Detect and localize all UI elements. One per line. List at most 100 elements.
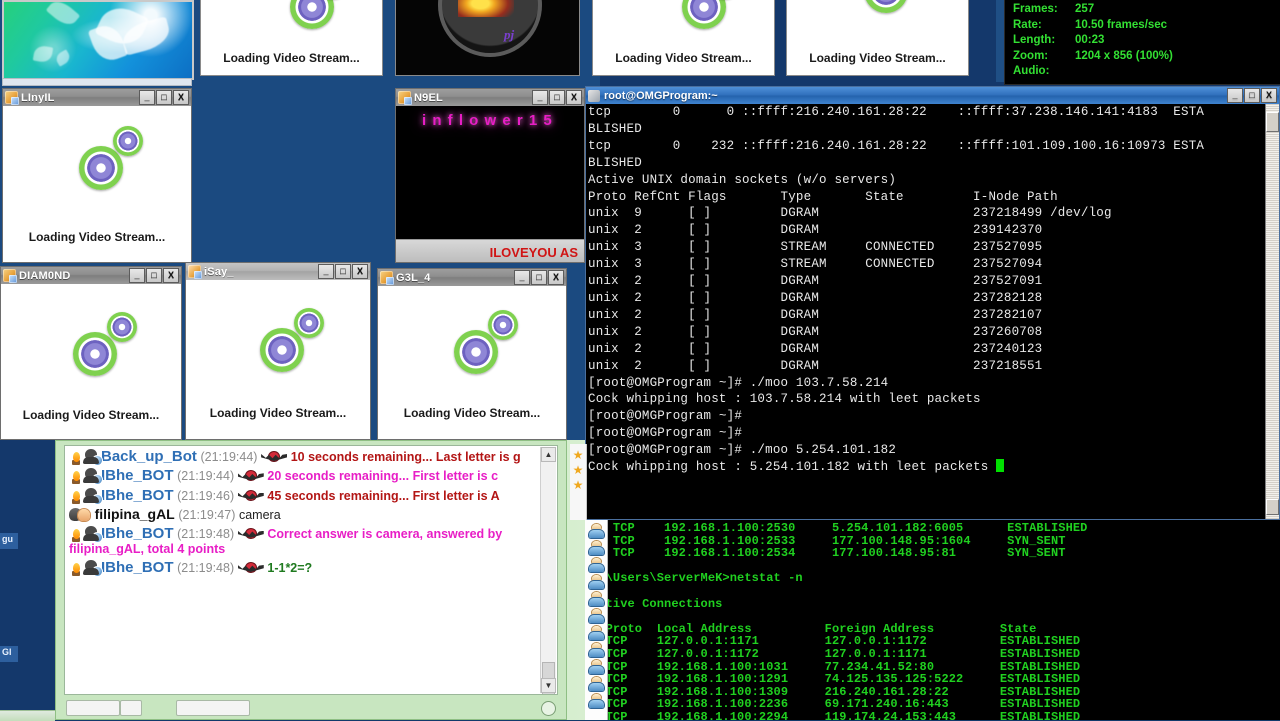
chat-nickname[interactable]: filipina_gAL [95, 506, 175, 522]
buddy-list-rail[interactable] [585, 520, 608, 720]
close-icon[interactable]: X [1261, 88, 1277, 103]
chat-timestamp: (21:19:48) [177, 526, 235, 541]
maximize-icon[interactable]: □ [156, 90, 172, 105]
cam-window-linyil-titlebar[interactable]: LInyIL _ □ X [3, 89, 191, 107]
chat-nickname[interactable]: IBhe_BOT [101, 559, 174, 576]
close-icon[interactable]: X [173, 90, 189, 105]
cam-window-diam0nd-titlebar[interactable]: DIAM0ND _ □ X [1, 267, 181, 285]
window-controls[interactable]: _ □ X [532, 90, 582, 105]
close-icon[interactable]: X [352, 264, 368, 279]
chat-nickname[interactable]: IBhe_BOT [101, 487, 174, 504]
putty-window-controls[interactable]: _ □ X [1227, 88, 1277, 103]
chat-window[interactable]: Back_up_Bot (21:19:44) 10 seconds remain… [55, 440, 567, 720]
maximize-icon[interactable]: □ [1244, 88, 1260, 103]
scroll-up-icon[interactable]: ▲ [541, 447, 556, 462]
favorites-rail[interactable]: ★ ★ ★ [570, 444, 587, 520]
chat-toolbar-button-2[interactable] [120, 700, 142, 716]
buddy-icon[interactable] [588, 524, 604, 539]
video-window-1-caption: Loading Video Stream... [223, 51, 360, 65]
minimize-icon[interactable]: _ [514, 270, 530, 285]
side-tab-gu[interactable]: gu [0, 533, 18, 549]
stat-key-zoom: Zoom: [1013, 49, 1049, 62]
buddy-icon[interactable] [588, 677, 604, 692]
putty-line: unix 3 [ ] STREAM CONNECTED 237527094 [588, 257, 1043, 272]
buddy-icon[interactable] [588, 609, 604, 624]
putty-line: unix 2 [ ] DGRAM 237218551 [588, 358, 1043, 373]
cam-window-n9el-titlebar[interactable]: N9EL _ □ X [396, 89, 584, 107]
minimize-icon[interactable]: _ [532, 90, 548, 105]
buddy-icon[interactable] [588, 592, 604, 607]
star-icon[interactable]: ★ [573, 449, 584, 461]
buddy-icon[interactable] [588, 541, 604, 556]
putty-terminal-output[interactable]: tcp 0 0 ::ffff:216.240.161.28:22 ::ffff:… [586, 104, 1266, 519]
putty-terminal-window[interactable]: root@OMGProgram:~ _ □ X tcp 0 0 ::ffff:2… [585, 86, 1280, 520]
chat-scrollbar[interactable]: ▲ ▼ [540, 447, 556, 694]
putty-titlebar[interactable]: root@OMGProgram:~ _ □ X [586, 87, 1279, 104]
couple-avatar-icon [69, 507, 91, 523]
globe-badge-icon [92, 455, 103, 466]
cam-window-linyil-title: LInyIL [21, 91, 55, 104]
person-icon [380, 271, 394, 285]
chat-nickname[interactable]: IBhe_BOT [101, 467, 174, 484]
maximize-icon[interactable]: □ [549, 90, 565, 105]
video-window-1[interactable]: Loading Video Stream... [200, 0, 383, 76]
chat-message-pane[interactable]: Back_up_Bot (21:19:44) 10 seconds remain… [64, 445, 558, 695]
cmd-line: TCP 127.0.0.1:1172 127.0.0.1:1171 ESTABL… [591, 646, 1081, 661]
video-window-3[interactable]: Loading Video Stream... [592, 0, 775, 76]
taskbar[interactable] [0, 710, 55, 721]
buddy-icon[interactable] [588, 694, 604, 709]
cam-window-n9el[interactable]: N9EL _ □ X i n f l o w e r 1 5 ILOVEYOU … [395, 88, 585, 263]
window-controls[interactable]: _ □ X [318, 264, 368, 279]
chat-emoji-icon[interactable] [541, 701, 556, 716]
side-tab-gl[interactable]: Gl [0, 646, 18, 662]
maximize-icon[interactable]: □ [146, 268, 162, 283]
star-icon[interactable]: ★ [573, 479, 584, 491]
putty-line: [root@OMGProgram ~]# [588, 426, 743, 441]
cmd-window[interactable]: TCP 192.168.1.100:2530 5.254.101.182:600… [585, 520, 1280, 720]
video-window-4[interactable]: Loading Video Stream... [786, 0, 969, 76]
chat-timestamp: (21:19:44) [200, 450, 258, 464]
cam-window-diam0nd[interactable]: DIAM0ND _ □ X Loading Video Stream... [0, 266, 182, 440]
window-controls[interactable]: _ □ X [514, 270, 564, 285]
buddy-icon[interactable] [588, 575, 604, 590]
maximize-icon[interactable]: □ [531, 270, 547, 285]
putty-line: unix 2 [ ] DGRAM 237527091 [588, 274, 1043, 289]
chat-nickname[interactable]: Back_up_Bot [101, 448, 197, 465]
cam-window-linyil[interactable]: LInyIL _ □ X Loading Video Stream... [2, 88, 192, 263]
cmd-netstat-output[interactable]: TCP 192.168.1.100:2530 5.254.101.182:600… [591, 522, 1280, 720]
close-icon[interactable]: X [548, 270, 564, 285]
chat-toolbar[interactable] [64, 697, 558, 717]
chat-toolbar-button-3[interactable] [176, 700, 250, 716]
chat-toolbar-button-1[interactable] [66, 700, 120, 716]
minimize-icon[interactable]: _ [129, 268, 145, 283]
putty-line: unix 3 [ ] STREAM CONNECTED 237527095 [588, 240, 1043, 255]
maximize-icon[interactable]: □ [335, 264, 351, 279]
buddy-icon[interactable] [588, 660, 604, 675]
star-icon[interactable]: ★ [573, 464, 584, 476]
scroll-down-icon[interactable]: ▼ [541, 678, 556, 693]
window-controls[interactable]: _ □ X [129, 268, 179, 283]
chat-nickname[interactable]: IBhe_BOT [101, 525, 174, 542]
cam-window-g3l4[interactable]: G3L_4 _ □ X Loading Video Stream... [377, 268, 567, 440]
video-window-3-caption: Loading Video Stream... [615, 51, 752, 65]
putty-line: unix 2 [ ] DGRAM 237240123 [588, 341, 1043, 356]
putty-line: [root@OMGProgram ~]# ./moo 5.254.101.182 [588, 443, 897, 458]
flame-icon [69, 561, 83, 576]
window-controls[interactable]: _ □ X [139, 90, 189, 105]
putty-scrollbar-track-end[interactable] [1266, 499, 1279, 515]
buddy-icon[interactable] [588, 626, 604, 641]
buddy-icon[interactable] [588, 643, 604, 658]
cam-window-isay-titlebar[interactable]: iSay_ _ □ X [186, 263, 370, 281]
close-icon[interactable]: X [163, 268, 179, 283]
video-window-2[interactable]: TRISH pj [395, 0, 580, 76]
cam-window-g3l4-titlebar[interactable]: G3L_4 _ □ X [378, 269, 566, 287]
minimize-icon[interactable]: _ [318, 264, 334, 279]
buddy-icon[interactable] [588, 558, 604, 573]
minimize-icon[interactable]: _ [1227, 88, 1243, 103]
putty-scrollbar-thumb[interactable] [1266, 112, 1279, 132]
putty-scrollbar[interactable] [1265, 104, 1279, 519]
cam-window-isay[interactable]: iSay_ _ □ X Loading Video Stream... [185, 262, 371, 440]
minimize-icon[interactable]: _ [139, 90, 155, 105]
putty-line: [root@OMGProgram ~]# [588, 409, 743, 424]
close-icon[interactable]: X [566, 90, 582, 105]
